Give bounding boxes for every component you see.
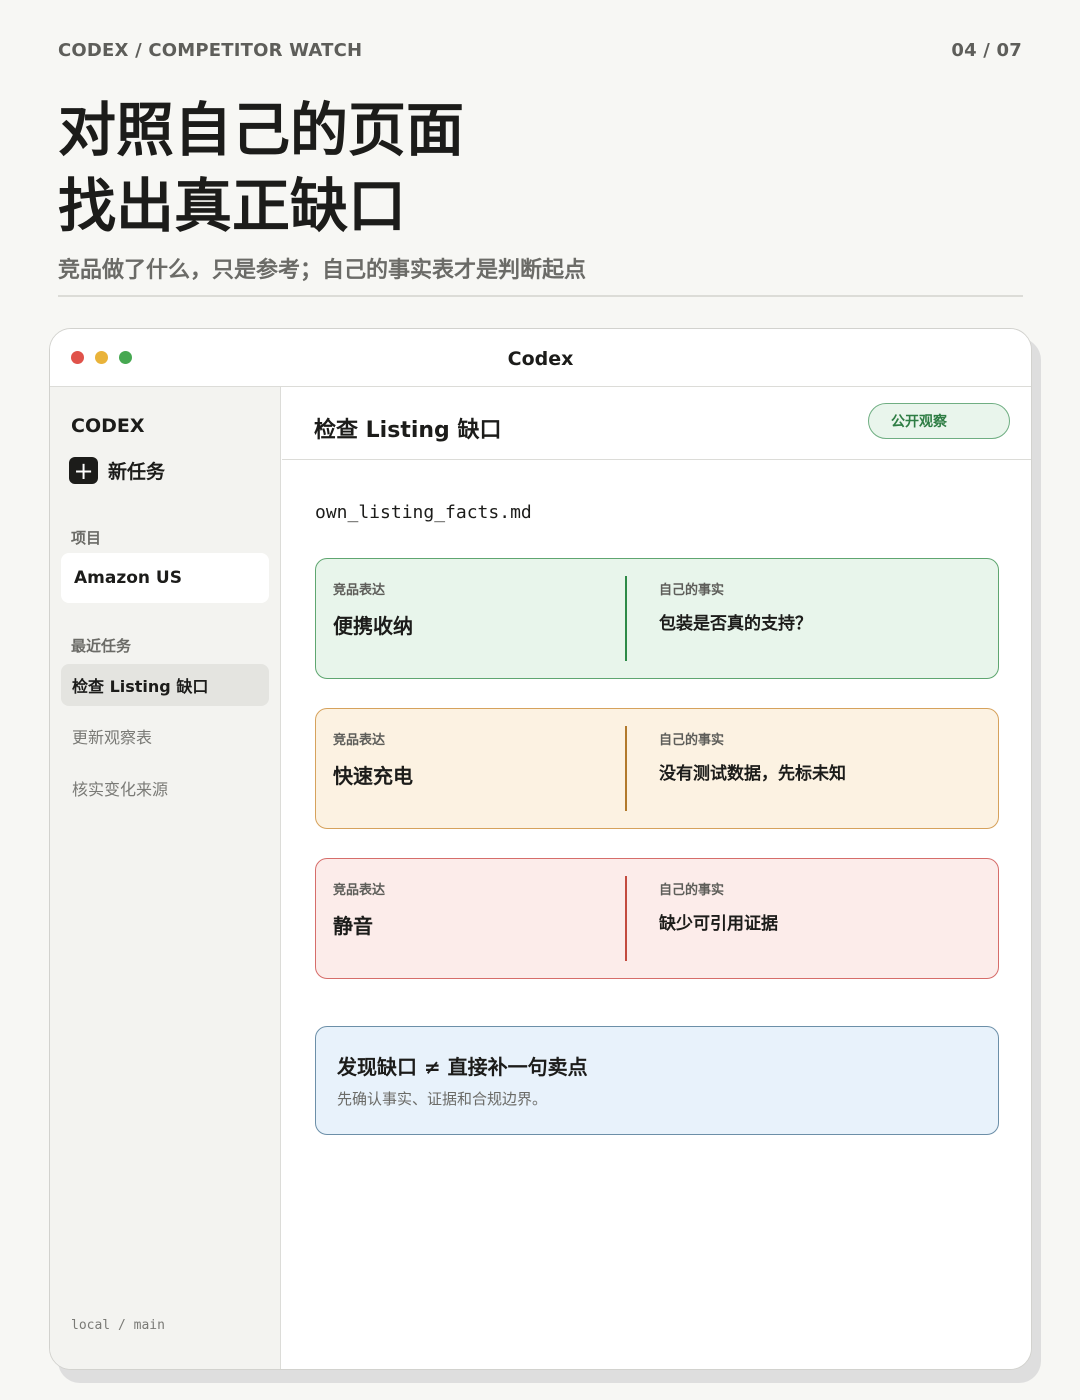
task-item-check-listing[interactable]: 检查 Listing 缺口 xyxy=(61,664,269,706)
competitor-claim: 静音 xyxy=(333,914,373,938)
status-badge[interactable]: 公开观察 xyxy=(868,403,1010,439)
recent-tasks-heading: 最近任务 xyxy=(71,637,132,655)
top-bar: CODEX / COMPETITOR WATCH 04 / 07 xyxy=(58,40,1022,61)
window-title: Codex xyxy=(507,348,574,370)
task-item-update-sheet[interactable]: 更新观察表 xyxy=(61,715,269,757)
task-title: 检查 Listing 缺口 xyxy=(314,418,502,443)
competitor-label: 竞品表达 xyxy=(333,733,386,748)
headline: 对照自己的页面 找出真正缺口 xyxy=(58,92,958,244)
fact-label: 自己的事实 xyxy=(659,583,725,598)
title-bar: Codex xyxy=(50,329,1031,387)
card-divider xyxy=(625,876,627,961)
fact-label: 自己的事实 xyxy=(659,733,725,748)
main-panel: 检查 Listing 缺口 公开观察 own_listing_facts.md … xyxy=(282,387,1031,1369)
headline-line-2: 找出真正缺口 xyxy=(58,172,407,240)
branch-indicator: local / main xyxy=(71,1318,165,1333)
new-task-label: 新任务 xyxy=(108,461,166,483)
competitor-label: 竞品表达 xyxy=(333,883,386,898)
competitor-claim: 便携收纳 xyxy=(333,614,413,638)
plus-icon: + xyxy=(69,457,98,484)
new-task-button[interactable]: + 新任务 xyxy=(69,457,165,484)
own-fact: 没有测试数据，先标未知 xyxy=(659,764,846,784)
comparison-card: 竞品表达 快速充电 自己的事实 没有测试数据，先标未知 xyxy=(315,708,999,829)
own-fact: 包装是否真的支持？ xyxy=(659,614,812,634)
note-box: 发现缺口 ≠ 直接补一句卖点 先确认事实、证据和合规边界。 xyxy=(315,1026,999,1135)
comparison-card: 竞品表达 静音 自己的事实 缺少可引用证据 xyxy=(315,858,999,979)
projects-heading: 项目 xyxy=(71,529,102,547)
competitor-label: 竞品表达 xyxy=(333,583,386,598)
note-title: 发现缺口 ≠ 直接补一句卖点 xyxy=(337,1055,588,1079)
subtitle: 竞品做了什么，只是参考；自己的事实表才是判断起点 xyxy=(58,258,587,283)
sidebar: CODEX + 新任务 项目 Amazon US 最近任务 检查 Listing… xyxy=(50,387,281,1369)
kicker: CODEX / COMPETITOR WATCH xyxy=(58,40,363,61)
app-window: Codex CODEX + 新任务 项目 Amazon US 最近任务 检查 L… xyxy=(49,328,1032,1370)
project-item[interactable]: Amazon US xyxy=(61,553,269,603)
fact-label: 自己的事实 xyxy=(659,883,725,898)
comparison-card: 竞品表达 便携收纳 自己的事实 包装是否真的支持？ xyxy=(315,558,999,679)
task-item-verify-source[interactable]: 核实变化来源 xyxy=(61,767,269,809)
note-body: 先确认事实、证据和合规边界。 xyxy=(337,1090,548,1108)
competitor-claim: 快速充电 xyxy=(333,764,413,788)
divider xyxy=(58,295,1023,297)
card-divider xyxy=(625,576,627,661)
main-header: 检查 Listing 缺口 公开观察 xyxy=(282,387,1031,460)
filename: own_listing_facts.md xyxy=(315,502,532,523)
page-indicator: 04 / 07 xyxy=(951,40,1022,61)
brand: CODEX xyxy=(71,415,145,437)
headline-line-1: 对照自己的页面 xyxy=(58,96,465,164)
card-divider xyxy=(625,726,627,811)
own-fact: 缺少可引用证据 xyxy=(659,914,778,934)
